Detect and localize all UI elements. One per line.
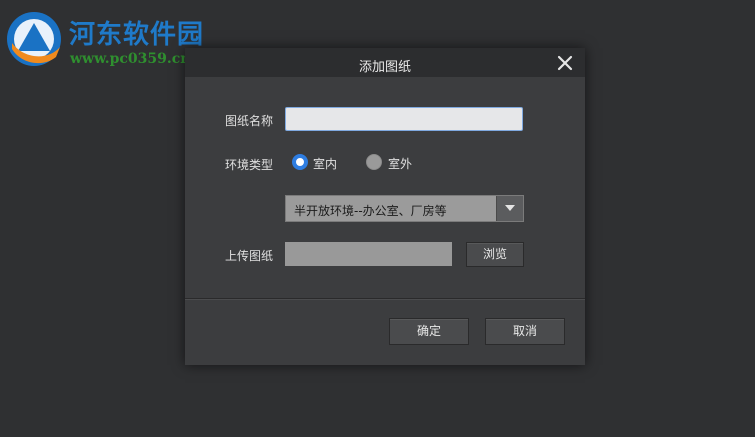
indoor-radio[interactable]	[292, 154, 308, 170]
cancel-button[interactable]: 取消	[485, 318, 565, 345]
outdoor-radio[interactable]	[366, 154, 382, 170]
dialog-title: 添加图纸	[358, 60, 411, 75]
dialog-titlebar: 添加图纸	[185, 48, 585, 77]
environment-subtype-select[interactable]: 半开放环境--办公室、厂房等	[285, 195, 524, 222]
outdoor-radio-label[interactable]: 室外	[388, 155, 412, 172]
dropdown-button[interactable]	[496, 196, 523, 221]
drawing-name-label: 图纸名称	[225, 114, 274, 128]
upload-file-path-field[interactable]	[285, 242, 452, 266]
chevron-down-icon	[505, 205, 515, 211]
site-logo-icon	[7, 12, 61, 66]
close-icon[interactable]	[556, 54, 574, 72]
indoor-radio-label[interactable]: 室内	[313, 155, 337, 172]
environment-type-label: 环境类型	[225, 158, 274, 172]
add-drawing-dialog: 添加图纸 图纸名称 环境类型 室内 室外 半开放环境--办公室、厂房等 上传图纸…	[185, 48, 585, 365]
ok-button[interactable]: 确定	[389, 318, 469, 345]
browse-button[interactable]: 浏览	[466, 242, 524, 267]
watermark-url: www.pc0359.cn	[70, 51, 191, 67]
upload-drawing-label: 上传图纸	[225, 249, 274, 263]
dialog-divider-highlight	[185, 299, 585, 300]
drawing-name-input[interactable]	[285, 107, 523, 131]
watermark-site-name: 河东软件园	[69, 20, 205, 50]
environment-subtype-value: 半开放环境--办公室、厂房等	[294, 204, 447, 218]
